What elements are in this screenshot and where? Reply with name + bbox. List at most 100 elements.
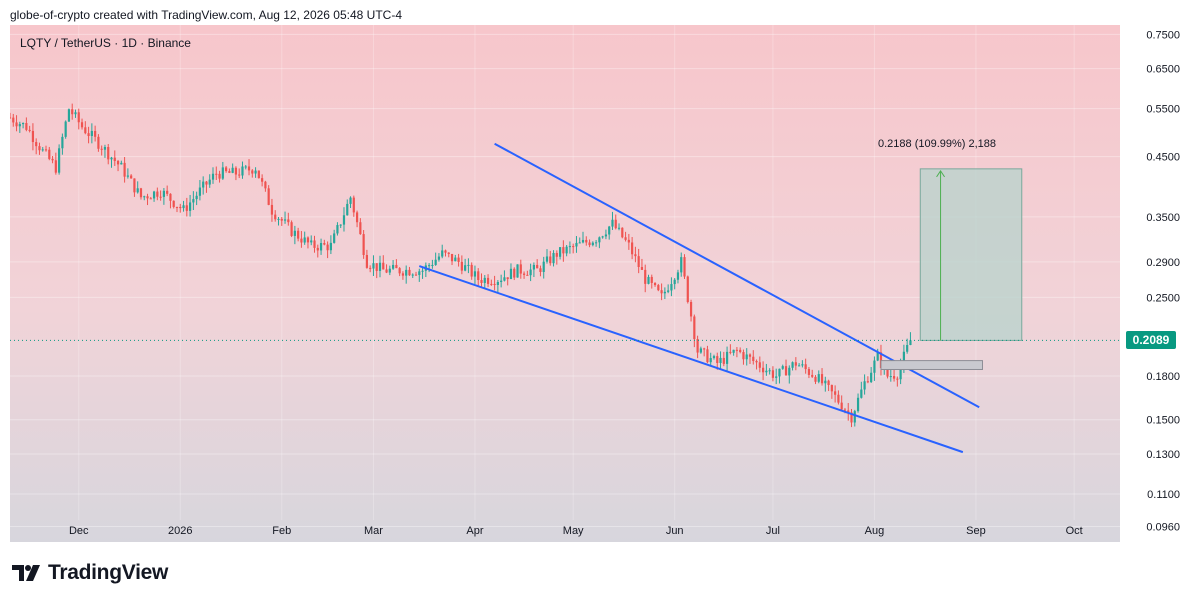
candle-body: [853, 411, 856, 423]
price-chart[interactable]: Dec 2026 Feb Mar Apr May Jun Jul Aug Sep Oct: [10, 25, 1120, 542]
measure-label: 0.2188 (109.99%) 2,188: [878, 138, 997, 150]
candle-body: [830, 385, 833, 392]
candle-body: [64, 121, 67, 137]
candle-body: [267, 188, 270, 205]
candle-body: [843, 409, 847, 411]
candle-body: [617, 227, 621, 229]
candle-body: [631, 242, 634, 255]
candle-body: [401, 273, 405, 276]
candle-body: [35, 142, 38, 147]
candle-body: [221, 167, 224, 179]
candle-body: [333, 233, 336, 243]
x-tick-label: Apr: [466, 525, 483, 537]
candle-body: [61, 136, 64, 149]
candle-body: [283, 219, 287, 221]
candle-body: [113, 157, 116, 161]
candle-body: [791, 362, 794, 368]
candle-body: [274, 214, 277, 220]
candle-body: [575, 242, 578, 247]
candle-body: [254, 170, 257, 174]
candle-body: [319, 243, 323, 251]
candle-body: [405, 269, 408, 276]
candle-body: [775, 376, 778, 378]
candle-body: [477, 271, 480, 281]
candle-body: [670, 284, 673, 291]
candle-body: [516, 264, 519, 278]
candle-body: [346, 203, 349, 216]
x-tick-label: Jul: [766, 525, 780, 537]
candle-body: [369, 267, 372, 269]
chart-canvas[interactable]: Dec 2026 Feb Mar Apr May Jun Jul Aug Sep Oct: [10, 25, 1120, 542]
candle-body: [863, 381, 866, 390]
candle-body: [650, 276, 653, 283]
x-tick-label: Feb: [272, 525, 291, 537]
candle-body: [149, 198, 152, 200]
candle-body: [90, 130, 93, 137]
candle-body: [788, 367, 791, 376]
candle-body: [97, 136, 100, 149]
candle-body: [683, 257, 686, 277]
candle-body: [238, 174, 241, 176]
candle-body: [483, 277, 486, 283]
candle-body: [509, 268, 513, 280]
candle-body: [378, 262, 382, 271]
candle-body: [391, 264, 395, 269]
candle-body: [41, 149, 44, 151]
candle-body: [25, 123, 28, 130]
candle-body: [77, 112, 80, 123]
support-zone[interactable]: [880, 360, 983, 370]
candle-body: [103, 147, 107, 150]
candle-body: [765, 370, 768, 373]
price-axis[interactable]: 0.7500 0.6500 0.5500 0.4500 0.3500 0.2900 0.25…: [1120, 25, 1200, 542]
candle-body: [280, 218, 283, 221]
y-tick-label: 0.7500: [1146, 29, 1180, 41]
candle-body: [421, 270, 424, 272]
candle-body: [152, 191, 156, 199]
candle-body: [837, 394, 840, 403]
candle-body: [156, 191, 159, 197]
candle-body: [411, 274, 414, 276]
candle-body: [107, 147, 110, 160]
candle-body: [657, 285, 660, 291]
candle-body: [873, 360, 876, 373]
candle-body: [264, 181, 267, 189]
candle-body: [306, 237, 310, 243]
candle-body: [637, 256, 640, 267]
y-tick-label: 0.2900: [1146, 257, 1180, 269]
candle-body: [706, 349, 709, 363]
candle-body: [725, 351, 729, 364]
candle-body: [532, 264, 535, 270]
candle-body: [15, 122, 18, 127]
candle-body: [549, 256, 552, 264]
candle-body: [195, 195, 198, 200]
candle-body: [342, 215, 346, 225]
candle-body: [856, 397, 860, 412]
candle-body: [228, 171, 231, 173]
candle-body: [572, 246, 575, 248]
candle-body: [827, 380, 830, 386]
candle-body: [604, 234, 608, 237]
candle-body: [398, 268, 401, 274]
candle-body: [539, 268, 542, 272]
candle-body: [663, 291, 666, 294]
candle-body: [798, 365, 801, 367]
candle-body: [362, 234, 365, 255]
candle-body: [676, 272, 680, 280]
candle-body: [192, 199, 195, 203]
candle-body: [136, 188, 139, 193]
candle-body: [388, 268, 391, 273]
target-measure-box[interactable]: [919, 168, 1023, 341]
candle-body: [860, 389, 863, 398]
candle-body: [834, 391, 837, 395]
candle-body: [185, 205, 188, 211]
candle-body: [696, 339, 699, 353]
candle-body: [418, 271, 421, 275]
candle-body: [552, 252, 555, 264]
candle-body: [257, 170, 260, 179]
candle-body: [627, 239, 630, 243]
y-tick-label: 0.3500: [1146, 212, 1180, 224]
candle-body: [67, 109, 71, 122]
candle-body: [578, 242, 581, 244]
candle-body: [310, 240, 313, 243]
candle-body: [241, 166, 244, 176]
